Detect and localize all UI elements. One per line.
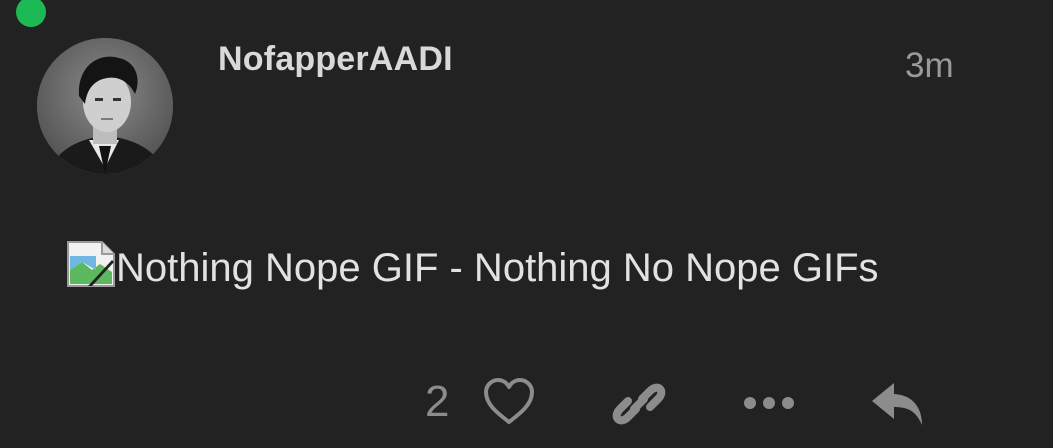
reply-icon[interactable] [870, 379, 930, 434]
heart-icon[interactable] [482, 377, 536, 432]
link-icon[interactable] [612, 377, 666, 436]
gif-alt-text: Nothing Nope GIF - Nothing No Nope GIFs [116, 246, 879, 290]
broken-image-icon[interactable] [66, 240, 116, 288]
post-timestamp[interactable]: 3m [905, 46, 954, 86]
like-count[interactable]: 2 [425, 377, 449, 427]
post-author[interactable]: NofapperAADI [218, 40, 453, 79]
online-status-icon [16, 0, 46, 27]
avatar[interactable] [37, 38, 173, 174]
ellipsis-icon[interactable] [742, 393, 796, 418]
post-actions: 2 [0, 373, 1053, 433]
post-content: Nothing Nope GIF - Nothing No Nope GIFs [66, 240, 879, 298]
